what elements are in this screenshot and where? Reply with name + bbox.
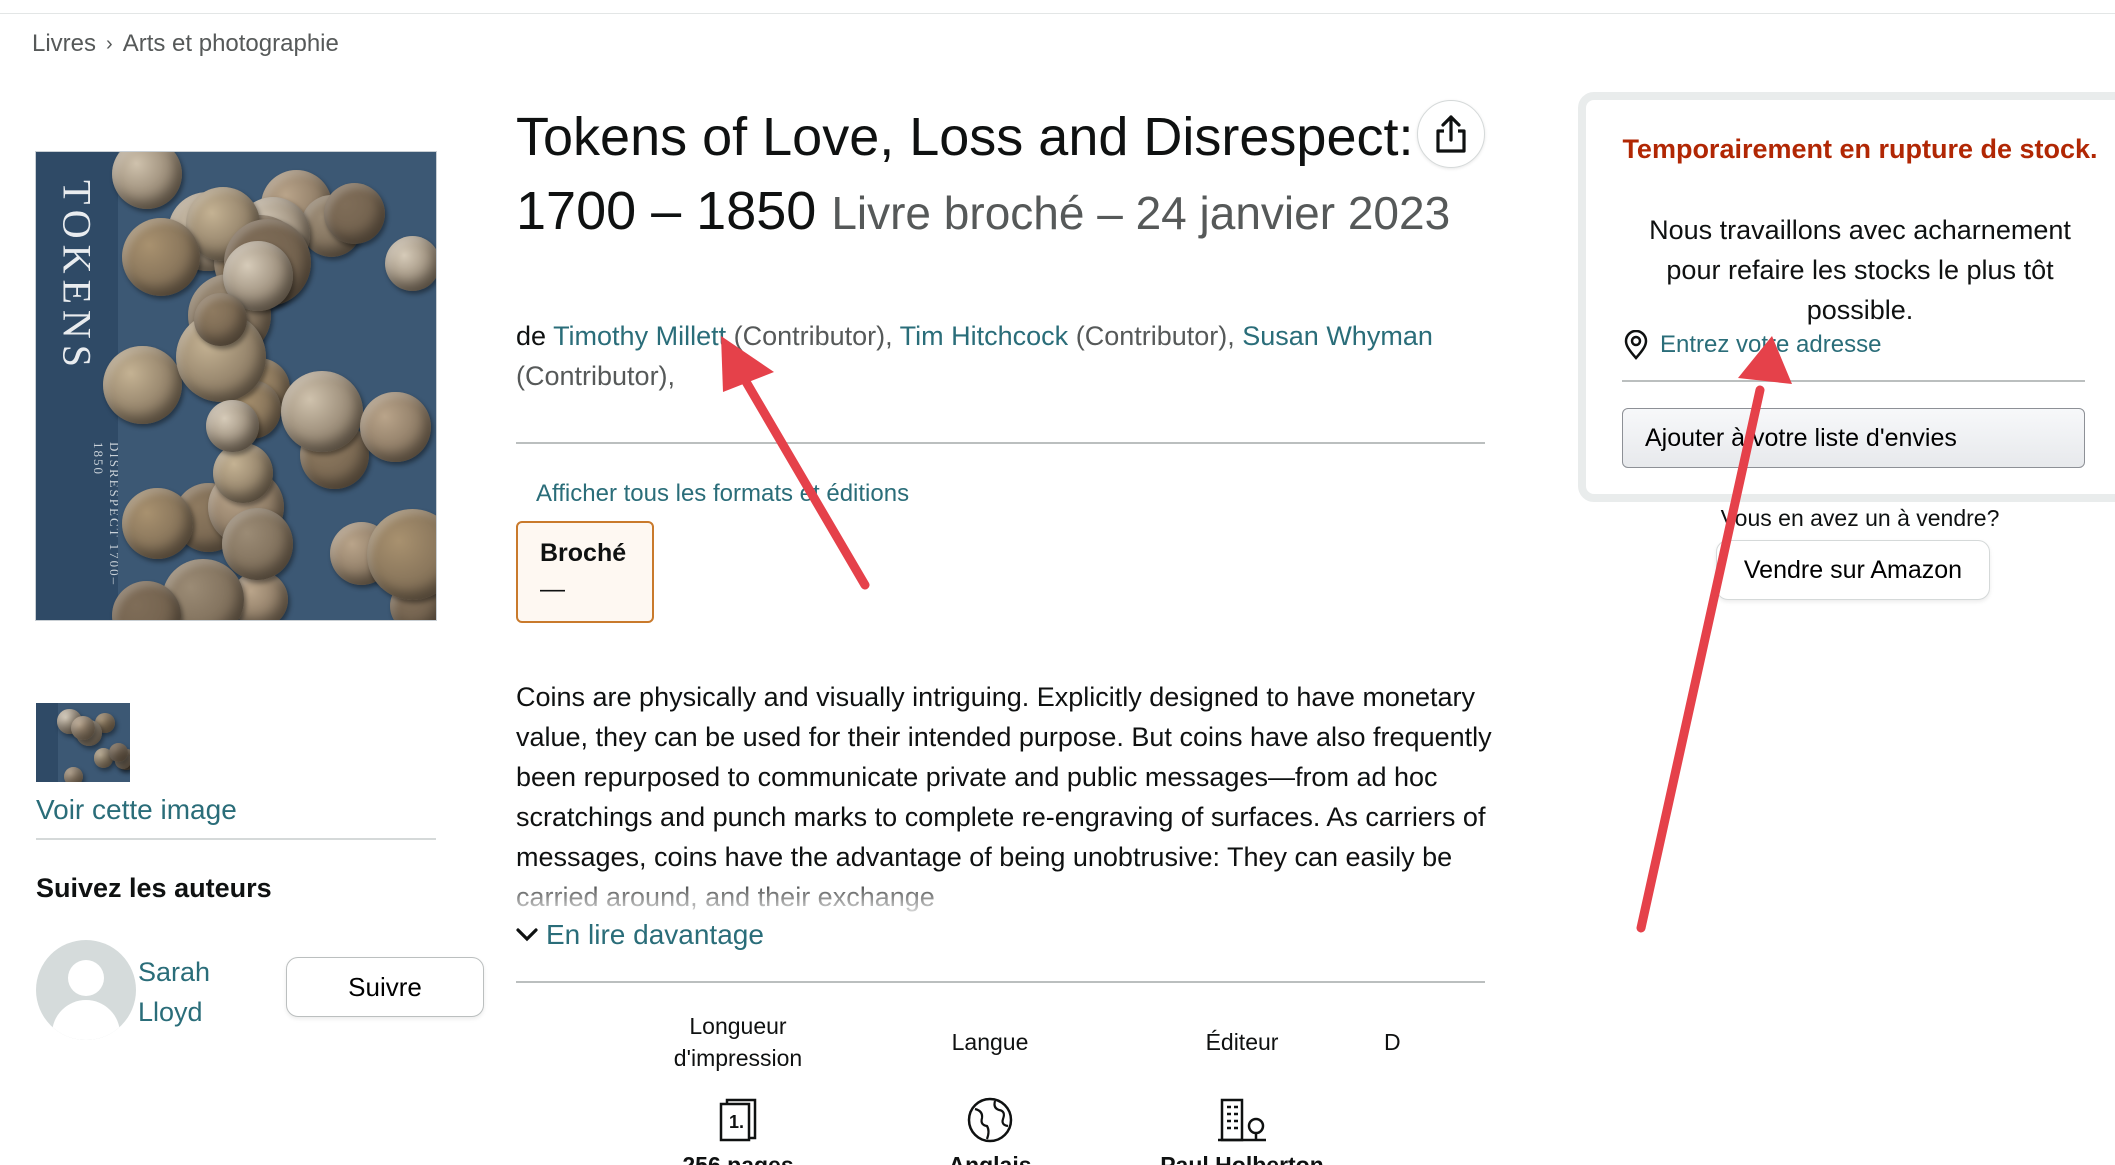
author-name-link[interactable]: Sarah Lloyd [138,952,238,1032]
svg-text:1.: 1. [729,1112,744,1132]
contributors-line: de Timothy Millett (Contributor), Tim Hi… [516,316,1496,396]
coin [194,292,248,346]
breadcrumb-item-livres[interactable]: Livres [32,30,96,58]
thumbnail-spine [36,703,58,782]
cover-coins [103,152,436,620]
cover-title: TOKENS [54,180,100,374]
attribute-label-publisher: Éditeur [1205,1029,1279,1055]
coin [122,487,194,559]
thumbnail-image[interactable] [36,703,130,782]
breadcrumb-item-arts[interactable]: Arts et photographie [123,30,339,58]
avatar-head [68,960,104,996]
author-avatar[interactable] [36,940,136,1040]
divider [1622,380,2085,382]
attribute-value-print-length: 256 pages [682,1152,794,1165]
out-of-stock-status: Temporairement en rupture de stock. [1622,134,2098,164]
contributor-link-millett[interactable]: Timothy Millett [553,321,726,351]
format-price: — [540,575,565,603]
author-last-name: Lloyd [138,997,203,1027]
attribute-label-date: D [1384,1029,1401,1055]
by-prefix: de [516,321,547,351]
coin [103,346,182,425]
breadcrumb: Livres › Arts et photographie [32,30,339,58]
contributor-role: (Contributor), [1075,321,1235,351]
coin [71,716,96,741]
avatar-body [52,1000,120,1040]
product-format-date: Livre broché – 24 janvier 2023 [831,187,1451,239]
coin [122,217,201,296]
share-icon [1436,115,1466,153]
attribute-value-publisher: Paul Holberton [1160,1152,1324,1165]
divider [516,442,1485,444]
book-cover-image[interactable]: TOKENS OF LOVE, LOSS & DISRESPECT 1700–1… [36,152,436,620]
coin [384,236,436,292]
product-title-block: Tokens of Love, Loss and Disrespect: 170… [516,100,1486,250]
breadcrumb-separator: › [106,32,113,55]
coin [108,742,129,762]
add-to-wishlist-button[interactable]: Ajouter à votre liste d'envies [1622,408,2085,468]
chevron-down-icon [516,928,538,942]
divider [36,838,436,840]
contributor-role: (Contributor), [733,321,893,351]
pages-icon: 1. [708,1090,768,1150]
coin [323,182,385,245]
globe-icon [960,1090,1020,1150]
coin [206,399,259,453]
contributor-role: (Contributor), [516,361,676,391]
follow-authors-heading: Suivez les auteurs [36,873,272,903]
format-name: Broché [540,539,627,567]
address-link-label: Entrez votre adresse [1660,331,1882,358]
format-option-broche[interactable]: Broché — [516,521,654,623]
sell-question: Vous en avez un à vendre? [1720,505,2000,531]
read-more-link[interactable]: En lire davantage [516,919,764,951]
top-bar [0,0,2115,14]
sell-on-amazon-button[interactable]: Vendre sur Amazon [1716,540,1990,600]
coin [111,152,182,210]
attribute-label-language: Langue [951,1029,1029,1055]
contributor-link-hitchcock[interactable]: Tim Hitchcock [900,321,1069,351]
read-more-label: En lire davantage [546,919,764,950]
attribute-value-language: Anglais [948,1152,1032,1165]
building-icon [1212,1090,1272,1150]
location-pin-icon [1624,330,1648,360]
share-button[interactable] [1417,100,1485,168]
follow-button[interactable]: Suivre [286,957,484,1017]
delivery-address-link[interactable]: Entrez votre adresse [1622,330,1881,360]
description-fade [516,873,1496,913]
contributor-link-whyman[interactable]: Susan Whyman [1242,321,1433,351]
divider [516,981,1485,983]
attribute-label-print-length: Longueur d'impression [673,1013,803,1071]
coin [360,391,431,463]
coin [367,509,436,601]
all-formats-link[interactable]: Afficher tous les formats et éditions [536,480,909,508]
thumbnail-coins [57,703,130,782]
coin [280,370,363,453]
coin [221,508,294,581]
author-first-name: Sarah [138,957,211,987]
restock-message: Nous travaillons avec acharnement pour r… [1649,215,2071,325]
view-image-link[interactable]: Voir cette image [36,794,237,826]
coin [63,767,84,782]
